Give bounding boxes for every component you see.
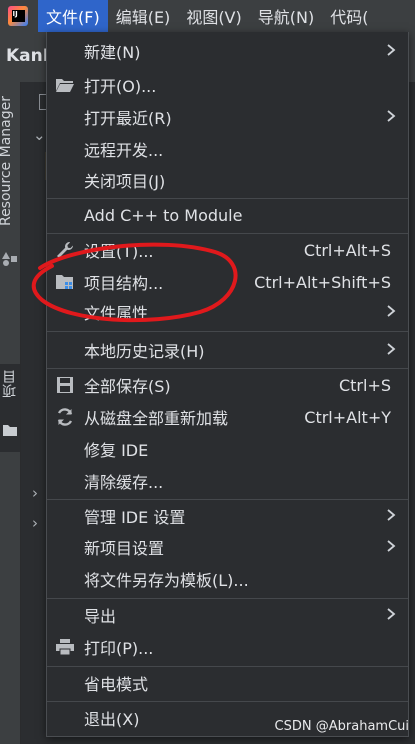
reload-icon	[53, 405, 77, 429]
new-project-settings-label: 新项目设置	[84, 539, 165, 558]
local-history-label: 本地历史记录(H)	[84, 342, 205, 361]
menu-item-print[interactable]: 打印(P)...	[47, 631, 408, 663]
menu-item-new-project-settings[interactable]: 新项目设置	[47, 531, 408, 563]
folder-icon	[2, 422, 18, 438]
reload-all-shortcut: Ctrl+Alt+Y	[304, 407, 391, 427]
submenu-arrow-icon	[387, 110, 396, 122]
menu-item-invalidate-caches[interactable]: 清除缓存...	[47, 465, 408, 497]
expand-chevron-icon[interactable]: ⌄	[33, 126, 46, 144]
submenu-arrow-icon	[387, 540, 396, 552]
menu-item-repair-ide[interactable]: 修复 IDE	[47, 433, 408, 465]
intellij-logo-icon: IJ	[8, 6, 28, 26]
menu-file[interactable]: 文件(F)	[38, 0, 108, 32]
printer-icon	[53, 635, 77, 659]
invalidate-caches-label: 清除缓存...	[84, 473, 164, 492]
settings-shortcut: Ctrl+Alt+S	[303, 240, 391, 260]
close-project-label: 关闭项目(J)	[84, 172, 166, 191]
menu-item-file-properties[interactable]: 文件属性	[47, 296, 408, 328]
open-recent-label: 打开最近(R)	[84, 109, 172, 128]
tree-chevron-icon[interactable]: ›	[32, 484, 38, 502]
manage-ide-settings-label: 管理 IDE 设置	[84, 508, 186, 527]
export-label: 导出	[84, 607, 117, 626]
save-all-shortcut: Ctrl+S	[338, 375, 391, 395]
project-structure-shortcut: Ctrl+Alt+Shift+S	[254, 272, 391, 292]
project-structure-icon	[53, 270, 77, 294]
tree-chevron-icon-2[interactable]: ›	[32, 514, 38, 532]
project-structure-label: 项目结构...	[84, 274, 164, 293]
save-disk-icon	[53, 373, 77, 397]
project-tool-tab[interactable]: 项目	[0, 364, 20, 452]
submenu-arrow-icon	[387, 343, 396, 355]
menu-item-save-as-template[interactable]: 将文件另存为模板(L)...	[47, 563, 408, 595]
open-folder-icon	[53, 73, 77, 97]
menu-navigate[interactable]: 导航(N)	[250, 0, 322, 32]
menu-item-save-all[interactable]: 全部保存(S) Ctrl+S	[47, 369, 408, 401]
remote-dev-label: 远程开发...	[84, 141, 164, 160]
settings-label: 设置(T)...	[84, 242, 154, 261]
submenu-arrow-icon	[387, 44, 396, 56]
reload-all-label: 从磁盘全部重新加载	[84, 409, 229, 428]
menu-item-reload-all[interactable]: 从磁盘全部重新加载 Ctrl+Alt+Y	[47, 401, 408, 433]
add-cpp-label: Add C++ to Module	[84, 205, 243, 225]
file-properties-label: 文件属性	[84, 304, 149, 323]
submenu-arrow-icon	[387, 305, 396, 317]
left-tool-strip: Resource Manager 项目	[0, 82, 21, 744]
save-all-label: 全部保存(S)	[84, 377, 171, 396]
menu-item-remote-dev[interactable]: 远程开发...	[47, 133, 408, 165]
menu-item-add-cpp[interactable]: Add C++ to Module	[47, 199, 408, 231]
csdn-watermark: CSDN @AbrahamCui	[274, 719, 409, 734]
resource-manager-tab[interactable]: Resource Manager	[0, 96, 14, 226]
menu-item-project-structure[interactable]: 项目结构... Ctrl+Alt+Shift+S	[47, 266, 408, 298]
menu-item-close-project[interactable]: 关闭项目(J)	[47, 164, 408, 196]
submenu-arrow-icon	[387, 608, 396, 620]
exit-label: 退出(X)	[84, 710, 140, 729]
save-as-template-label: 将文件另存为模板(L)...	[84, 571, 249, 590]
menu-item-power-save[interactable]: 省电模式	[47, 667, 408, 699]
menu-separator	[47, 331, 408, 332]
menu-item-open[interactable]: 打开(O)...	[47, 69, 408, 101]
menu-view[interactable]: 视图(V)	[178, 0, 249, 32]
new-label: 新建(N)	[84, 43, 141, 62]
submenu-arrow-icon	[387, 509, 396, 521]
menu-item-settings[interactable]: 设置(T)... Ctrl+Alt+S	[47, 234, 408, 266]
menu-item-new[interactable]: 新建(N)	[47, 35, 408, 67]
power-save-label: 省电模式	[84, 675, 149, 694]
wrench-icon	[53, 238, 77, 262]
menu-code[interactable]: 代码(	[322, 0, 376, 32]
print-label: 打印(P)...	[84, 639, 154, 658]
file-menu-dropdown: 新建(N) 打开(O)... 打开最近(R) 远程开发... 关闭项目(J) A…	[46, 32, 409, 737]
resource-manager-icon[interactable]	[2, 250, 18, 266]
menu-edit[interactable]: 编辑(E)	[108, 0, 179, 32]
menu-item-export[interactable]: 导出	[47, 599, 408, 631]
menu-item-manage-ide-settings[interactable]: 管理 IDE 设置	[47, 500, 408, 532]
project-tab-label: 项目	[2, 370, 18, 398]
main-menubar: IJ 文件(F) 编辑(E) 视图(V) 导航(N) 代码(	[0, 0, 415, 32]
open-label: 打开(O)...	[84, 77, 157, 96]
menu-item-open-recent[interactable]: 打开最近(R)	[47, 101, 408, 133]
repair-ide-label: 修复 IDE	[84, 441, 149, 460]
menu-item-local-history[interactable]: 本地历史记录(H)	[47, 334, 408, 366]
